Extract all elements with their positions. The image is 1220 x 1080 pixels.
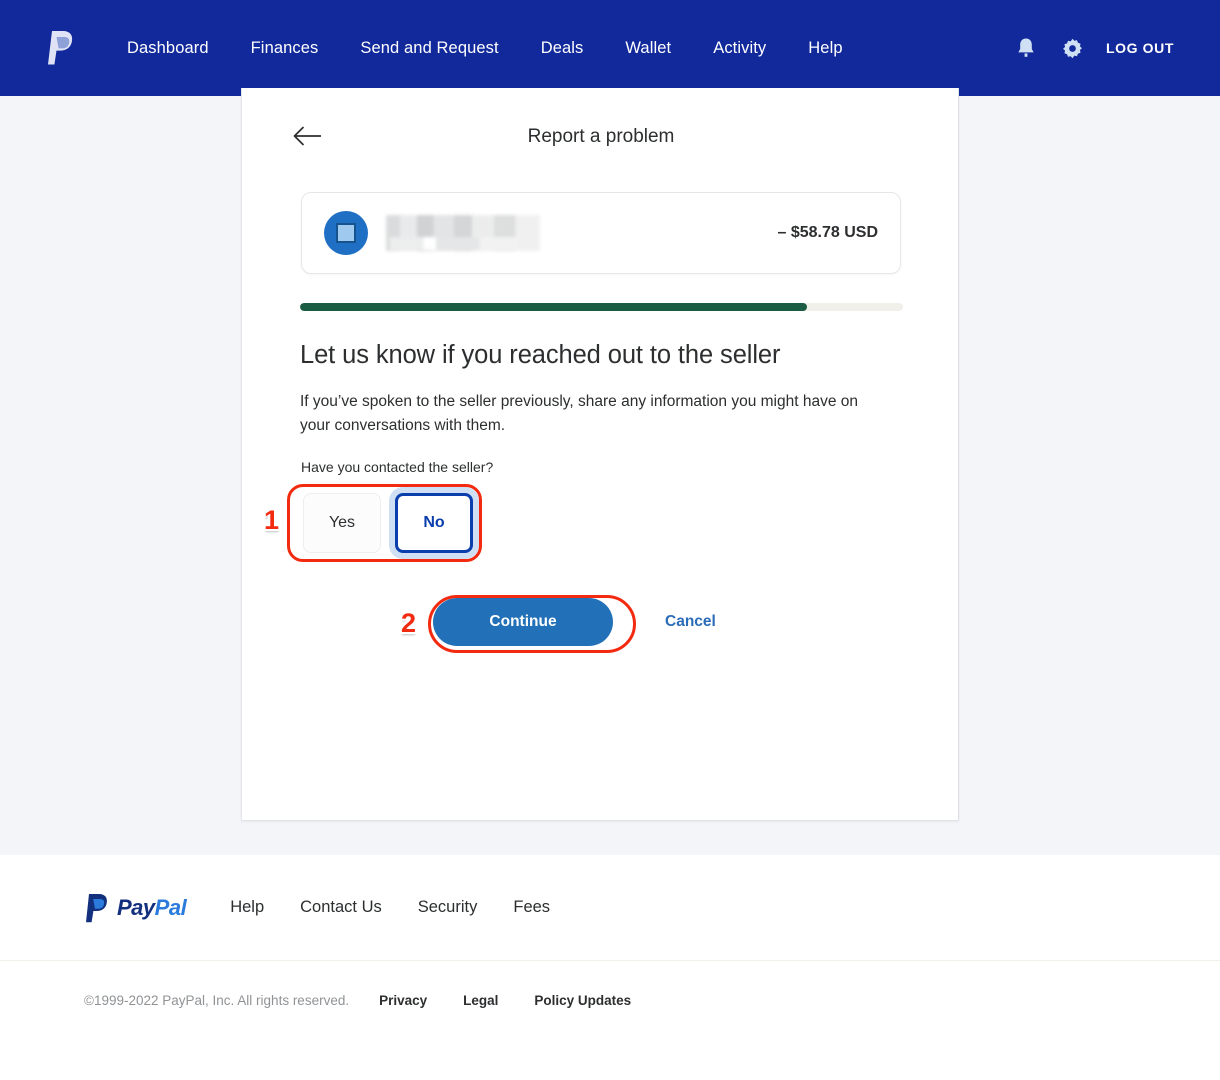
footer-link-fees[interactable]: Fees (513, 898, 550, 917)
nav-item-dashboard[interactable]: Dashboard (106, 33, 230, 64)
footer-link-privacy[interactable]: Privacy (379, 993, 427, 1008)
toggle-option-no[interactable]: No (395, 493, 473, 553)
bell-icon[interactable] (1014, 36, 1038, 60)
footer-link-legal[interactable]: Legal (463, 993, 498, 1008)
footer-link-security[interactable]: Security (418, 898, 478, 917)
nav-item-send-and-request[interactable]: Send and Request (339, 33, 519, 64)
merchant-name-redacted (386, 215, 540, 251)
section-description: If you’ve spoken to the seller previousl… (300, 390, 884, 438)
gear-icon[interactable] (1060, 36, 1084, 60)
paypal-monogram-icon[interactable] (44, 28, 78, 68)
footer-legal-row: ©1999-2022 PayPal, Inc. All rights reser… (0, 961, 1220, 1039)
nav-item-help[interactable]: Help (787, 33, 863, 64)
nav-item-deals[interactable]: Deals (520, 33, 605, 64)
avatar-glyph (336, 223, 356, 243)
header-actions: LOG OUT (1014, 0, 1220, 96)
progress-bar (300, 303, 903, 311)
report-problem-card: Report a problem – $58.78 USD Let us kno… (241, 88, 959, 821)
footer-link-contact-us[interactable]: Contact Us (300, 898, 382, 917)
continue-button[interactable]: Continue (433, 598, 613, 646)
nav-item-activity[interactable]: Activity (692, 33, 787, 64)
cancel-link[interactable]: Cancel (665, 613, 716, 631)
wordmark-pal: Pal (155, 895, 187, 920)
merchant-avatar-icon (324, 211, 368, 255)
footer-primary-row: PayPal Help Contact Us Security Fees (0, 855, 1220, 960)
transaction-summary[interactable]: – $58.78 USD (301, 192, 901, 274)
question-label: Have you contacted the seller? (301, 459, 493, 475)
main-nav: Dashboard Finances Send and Request Deal… (106, 33, 864, 64)
section-heading: Let us know if you reached out to the se… (300, 341, 910, 370)
toggle-option-yes[interactable]: Yes (303, 493, 381, 553)
action-row: Continue Cancel (433, 598, 716, 646)
transaction-amount: – $58.78 USD (777, 224, 878, 242)
footer-links: Help Contact Us Security Fees (230, 898, 550, 917)
yes-no-toggle-group: Yes No (303, 493, 473, 553)
global-footer: PayPal Help Contact Us Security Fees ©19… (0, 855, 1220, 1080)
footer-link-policy-updates[interactable]: Policy Updates (534, 993, 631, 1008)
global-header: Dashboard Finances Send and Request Deal… (0, 0, 1220, 96)
nav-item-wallet[interactable]: Wallet (604, 33, 692, 64)
progress-bar-fill (300, 303, 807, 311)
wordmark-pay: Pay (117, 895, 155, 920)
paypal-wordmark-logo[interactable]: PayPal (84, 893, 186, 923)
wordmark-text: PayPal (117, 895, 186, 921)
page-root: Dashboard Finances Send and Request Deal… (0, 0, 1220, 1080)
nav-item-finances[interactable]: Finances (230, 33, 340, 64)
copyright-text: ©1999-2022 PayPal, Inc. All rights reser… (84, 993, 349, 1008)
footer-link-help[interactable]: Help (230, 898, 264, 917)
logout-button[interactable]: LOG OUT (1106, 40, 1174, 56)
page-title: Report a problem (242, 126, 960, 148)
